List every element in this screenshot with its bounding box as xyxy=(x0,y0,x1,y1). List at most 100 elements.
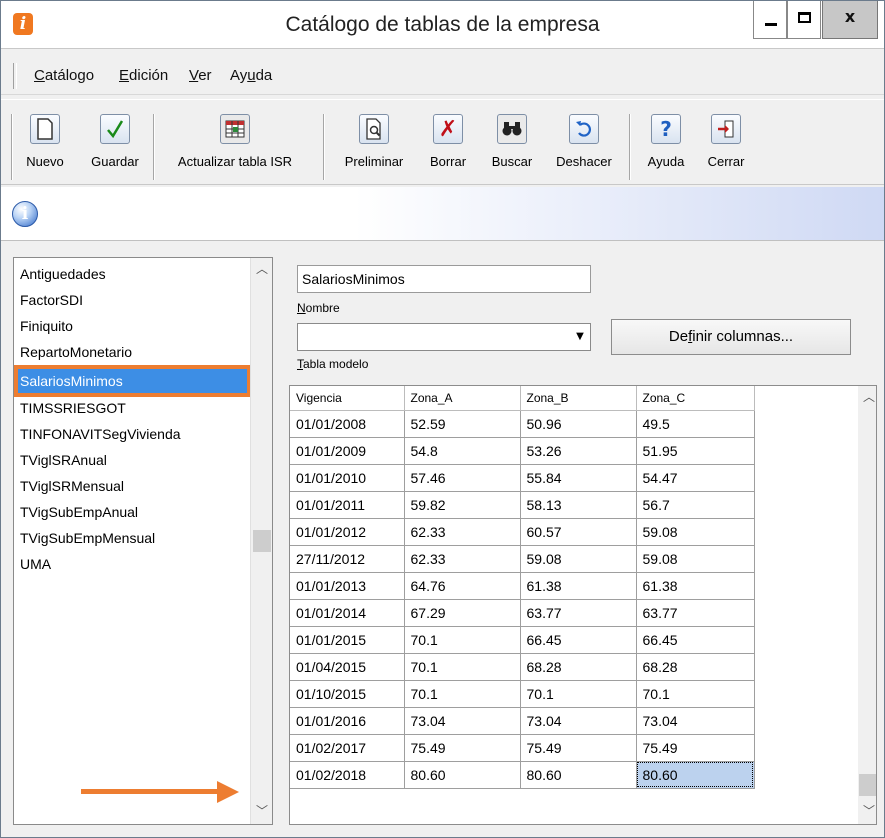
grid-cell[interactable]: 01/02/2018 xyxy=(290,761,405,789)
menu-ayuda[interactable]: Ayuda xyxy=(230,67,272,84)
table-row[interactable]: 01/02/2017 75.49 75.49 75.49 xyxy=(290,734,755,762)
grid-cell[interactable]: 56.7 xyxy=(636,491,755,519)
grid-cell[interactable]: 62.33 xyxy=(404,545,521,573)
grid-cell[interactable]: 59.08 xyxy=(636,545,755,573)
grid-cell[interactable]: 62.33 xyxy=(404,518,521,546)
grid-cell[interactable]: 54.8 xyxy=(404,437,521,465)
grid-cell[interactable]: 70.1 xyxy=(636,680,755,708)
data-grid[interactable]: Vigencia Zona_A Zona_B Zona_C 01/01/2008… xyxy=(289,385,877,825)
scroll-up-icon[interactable]: ︿ xyxy=(251,260,273,280)
list-item-tinfonavitsegvivienda[interactable]: TINFONAVITSegVivienda xyxy=(20,426,181,442)
grid-cell[interactable]: 54.47 xyxy=(636,464,755,492)
column-header-zona-a[interactable]: Zona_A xyxy=(404,386,521,411)
table-row[interactable]: 01/10/2015 70.1 70.1 70.1 xyxy=(290,680,755,708)
grid-cell[interactable]: 01/02/2017 xyxy=(290,734,405,762)
table-row[interactable]: 01/01/2011 59.82 58.13 56.7 xyxy=(290,491,755,519)
grid-cell[interactable]: 01/01/2016 xyxy=(290,707,405,735)
grid-cell[interactable]: 61.38 xyxy=(520,572,637,600)
table-name-input[interactable]: SalariosMinimos xyxy=(297,265,591,293)
grid-cell[interactable]: 70.1 xyxy=(404,626,521,654)
column-header-vigencia[interactable]: Vigencia xyxy=(290,386,405,411)
table-row[interactable]: 01/02/2018 80.60 80.60 80.60 xyxy=(290,761,755,789)
grid-cell[interactable]: 01/10/2015 xyxy=(290,680,405,708)
table-row[interactable]: 01/01/2012 62.33 60.57 59.08 xyxy=(290,518,755,546)
table-row[interactable]: 27/11/2012 62.33 59.08 59.08 xyxy=(290,545,755,573)
grid-cell[interactable]: 73.04 xyxy=(636,707,755,735)
list-item-tvigsubempmensual[interactable]: TVigSubEmpMensual xyxy=(20,530,155,546)
grid-cell[interactable]: 59.08 xyxy=(636,518,755,546)
table-list[interactable]: Antiguedades FactorSDI Finiquito Reparto… xyxy=(13,257,273,825)
list-item-factorsdi[interactable]: FactorSDI xyxy=(20,292,83,308)
list-item-tvigsubempanual[interactable]: TVigSubEmpAnual xyxy=(20,504,138,520)
column-header-zona-c[interactable]: Zona_C xyxy=(636,386,755,411)
table-row[interactable]: 01/01/2013 64.76 61.38 61.38 xyxy=(290,572,755,600)
grid-cell-selected[interactable]: 80.60 xyxy=(636,761,755,789)
grid-cell[interactable]: 59.82 xyxy=(404,491,521,519)
grid-cell[interactable]: 73.04 xyxy=(404,707,521,735)
grid-cell[interactable]: 01/01/2013 xyxy=(290,572,405,600)
define-columns-button[interactable]: Definir columnas... xyxy=(611,319,851,355)
table-row[interactable]: 01/01/2014 67.29 63.77 63.77 xyxy=(290,599,755,627)
grid-cell[interactable]: 75.49 xyxy=(636,734,755,762)
grid-cell[interactable]: 50.96 xyxy=(520,410,637,438)
grid-cell[interactable]: 55.84 xyxy=(520,464,637,492)
menu-catalogo[interactable]: Catálogo xyxy=(34,67,94,84)
grid-cell[interactable]: 51.95 xyxy=(636,437,755,465)
grid-cell[interactable]: 64.76 xyxy=(404,572,521,600)
title-bar[interactable]: i Catálogo de tablas de la empresa x xyxy=(1,1,884,49)
grid-cell[interactable]: 01/01/2010 xyxy=(290,464,405,492)
grid-cell[interactable]: 67.29 xyxy=(404,599,521,627)
delete-button[interactable]: ✗ Borrar xyxy=(423,114,473,169)
grid-cell[interactable]: 01/01/2011 xyxy=(290,491,405,519)
grid-cell[interactable]: 63.77 xyxy=(636,599,755,627)
list-item-timssriesgot[interactable]: TIMSSRIESGOT xyxy=(20,400,126,416)
grid-cell[interactable]: 01/04/2015 xyxy=(290,653,405,681)
maximize-button[interactable] xyxy=(787,1,821,39)
grid-cell[interactable]: 80.60 xyxy=(404,761,521,789)
grid-cell[interactable]: 80.60 xyxy=(520,761,637,789)
help-button[interactable]: ? Ayuda xyxy=(641,114,691,169)
menu-ver[interactable]: Ver xyxy=(189,67,212,84)
grid-cell[interactable]: 27/11/2012 xyxy=(290,545,405,573)
update-isr-button[interactable]: Actualizar tabla ISR xyxy=(165,114,305,169)
grid-cell[interactable]: 70.1 xyxy=(404,653,521,681)
table-row[interactable]: 01/01/2016 73.04 73.04 73.04 xyxy=(290,707,755,735)
grid-cell[interactable]: 61.38 xyxy=(636,572,755,600)
list-scrollbar[interactable]: ︿ ﹀ xyxy=(250,258,272,824)
dropdown-arrow-icon[interactable]: ▼ xyxy=(570,324,590,350)
column-header-zona-b[interactable]: Zona_B xyxy=(520,386,637,411)
table-row[interactable]: 01/01/2008 52.59 50.96 49.5 xyxy=(290,410,755,438)
close-button[interactable]: x xyxy=(822,1,878,39)
save-button[interactable]: Guardar xyxy=(83,114,147,169)
close-window-button[interactable]: Cerrar xyxy=(701,114,751,169)
grid-cell[interactable]: 57.46 xyxy=(404,464,521,492)
minimize-button[interactable] xyxy=(753,1,787,39)
undo-button[interactable]: Deshacer xyxy=(549,114,619,169)
search-button[interactable]: Buscar xyxy=(487,114,537,169)
list-scroll-thumb[interactable] xyxy=(253,530,271,552)
grid-cell[interactable]: 53.26 xyxy=(520,437,637,465)
grid-cell[interactable]: 68.28 xyxy=(636,653,755,681)
list-item-antiguedades[interactable]: Antiguedades xyxy=(20,266,106,282)
grid-cell[interactable]: 75.49 xyxy=(404,734,521,762)
grid-cell[interactable]: 63.77 xyxy=(520,599,637,627)
list-item-tviglsrmensual[interactable]: TViglSRMensual xyxy=(20,478,124,494)
model-table-select[interactable]: ▼ xyxy=(297,323,591,351)
grid-cell[interactable]: 66.45 xyxy=(520,626,637,654)
grid-cell[interactable]: 68.28 xyxy=(520,653,637,681)
grid-cell[interactable]: 49.5 xyxy=(636,410,755,438)
table-row[interactable]: 01/01/2010 57.46 55.84 54.47 xyxy=(290,464,755,492)
grid-cell[interactable]: 59.08 xyxy=(520,545,637,573)
grid-cell[interactable]: 66.45 xyxy=(636,626,755,654)
list-item-finiquito[interactable]: Finiquito xyxy=(20,318,73,334)
grid-cell[interactable]: 75.49 xyxy=(520,734,637,762)
list-item-repartomonetario[interactable]: RepartoMonetario xyxy=(20,344,132,360)
grid-scroll-thumb[interactable] xyxy=(859,774,876,796)
grid-cell[interactable]: 01/01/2012 xyxy=(290,518,405,546)
grid-cell[interactable]: 70.1 xyxy=(404,680,521,708)
table-row[interactable]: 01/04/2015 70.1 68.28 68.28 xyxy=(290,653,755,681)
grid-cell[interactable]: 70.1 xyxy=(520,680,637,708)
grid-cell[interactable]: 60.57 xyxy=(520,518,637,546)
list-item-tviglsranual[interactable]: TViglSRAnual xyxy=(20,452,107,468)
list-item-uma[interactable]: UMA xyxy=(20,556,51,572)
